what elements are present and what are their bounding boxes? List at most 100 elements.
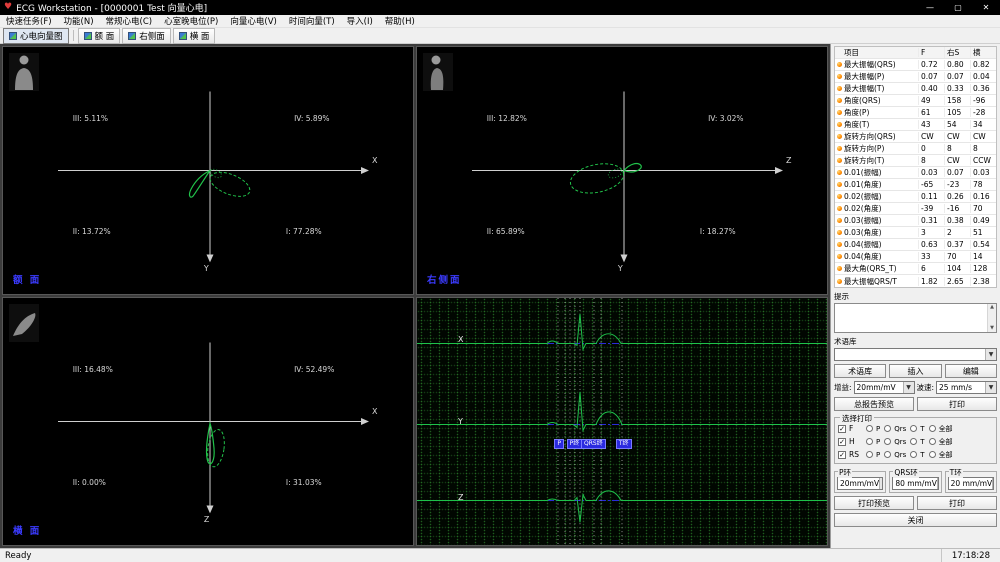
radio-p[interactable] — [866, 451, 873, 458]
frontal-x-axis-label: X — [372, 156, 377, 165]
gain-dropdown[interactable]: 20mm/mV ▼ — [854, 381, 915, 394]
chevron-down-icon[interactable]: ▼ — [985, 349, 996, 360]
right-sagittal-y-axis-label: Y — [618, 264, 623, 273]
item-bullet-icon — [837, 158, 842, 163]
menu-routine-ecg[interactable]: 常规心电(C) — [100, 15, 159, 27]
table-row: 最大振幅(T)0.400.330.36 — [835, 83, 996, 95]
print-button-2[interactable]: 打印 — [917, 496, 997, 510]
menu-import[interactable]: 导入(I) — [341, 15, 379, 27]
lead-y-label: Y — [458, 417, 463, 426]
radio-p[interactable] — [866, 438, 873, 445]
radio-qrs[interactable] — [884, 425, 891, 432]
measurement-table: 项目 F 右S 横 最大振幅(QRS)0.720.800.82 最大振幅(P)0… — [834, 46, 997, 288]
print-button[interactable]: 打印 — [917, 397, 997, 411]
radio-t[interactable] — [910, 425, 917, 432]
menu-time-vector[interactable]: 时间向量(T) — [283, 15, 341, 27]
item-bullet-icon — [837, 62, 842, 67]
tab-right-sagittal[interactable]: 右侧面 — [122, 28, 171, 44]
print-preview-button[interactable]: 打印预览 — [834, 496, 914, 510]
close-panel-button[interactable]: 关闭 — [834, 513, 997, 527]
frontal-quadrant-3: III: 5.11% — [73, 114, 108, 123]
marker-p-end[interactable]: P终 — [567, 439, 583, 449]
body-orientation-side-icon — [423, 53, 453, 91]
tab-vcg-label: 心电向量图 — [20, 30, 63, 42]
marker-p[interactable]: P — [554, 439, 564, 449]
terms-dropdown[interactable]: ▼ — [834, 348, 997, 361]
item-bullet-icon — [837, 110, 842, 115]
gain-label: 增益: — [834, 382, 852, 393]
chevron-down-icon[interactable]: ▼ — [985, 382, 996, 393]
maximize-button[interactable]: ▢ — [944, 0, 972, 15]
radio-all[interactable] — [929, 438, 936, 445]
frontal-plane-plot — [3, 47, 413, 294]
xyz-waveform-plot — [417, 298, 827, 545]
radio-all[interactable] — [929, 451, 936, 458]
radio-p[interactable] — [866, 425, 873, 432]
menu-function[interactable]: 功能(N) — [58, 15, 100, 27]
right-sagittal-quadrant-4: IV: 3.02% — [708, 114, 743, 123]
radio-t[interactable] — [910, 451, 917, 458]
radio-t[interactable] — [910, 438, 917, 445]
marker-qrs-end[interactable]: QRS终 — [581, 439, 606, 449]
terms-library-button[interactable]: 术语库 — [834, 364, 886, 378]
scroll-down-icon[interactable]: ▼ — [988, 325, 996, 332]
horizontal-quadrant-2: II: 0.00% — [73, 478, 106, 487]
menu-late-potential[interactable]: 心室晚电位(P) — [158, 15, 224, 27]
item-bullet-icon — [837, 218, 842, 223]
item-bullet-icon — [837, 122, 842, 127]
horizontal-plane-panel: III: 16.48% IV: 52.49% II: 0.00% I: 31.0… — [2, 297, 414, 546]
report-preview-button[interactable]: 总报告预览 — [834, 397, 914, 411]
col-f: F — [918, 48, 944, 57]
xyz-waveform-panel: X Y Z P P终 QRS终 T终 — [416, 297, 828, 546]
marker-t-end[interactable]: T终 — [616, 439, 632, 449]
col-h: 横 — [970, 47, 996, 58]
minimize-button[interactable]: — — [916, 0, 944, 15]
chevron-down-icon[interactable]: ▼ — [879, 478, 883, 489]
sidebar: 项目 F 右S 横 最大振幅(QRS)0.720.800.82 最大振幅(P)0… — [830, 44, 1000, 548]
edit-button[interactable]: 编辑 — [945, 364, 997, 378]
close-button[interactable]: ✕ — [972, 0, 1000, 15]
right-sagittal-plot — [417, 47, 827, 294]
hint-scrollbar[interactable]: ▲ ▼ — [987, 304, 996, 332]
menu-quick-task[interactable]: 快速任务(F) — [0, 15, 58, 27]
item-bullet-icon — [837, 134, 842, 139]
p-loop-gain-dropdown[interactable]: 20mm/mV ▼ — [837, 477, 883, 490]
hint-textarea[interactable]: ▲ ▼ — [834, 303, 997, 333]
scroll-up-icon[interactable]: ▲ — [988, 304, 996, 311]
checkbox-f[interactable]: ✓ — [838, 425, 846, 433]
tab-frontal[interactable]: 额 面 — [78, 28, 121, 44]
toolbar: 心电向量图 额 面 右侧面 横 面 — [0, 28, 1000, 44]
checkbox-rs[interactable]: ✓ — [838, 451, 846, 459]
qrs-loop-gain-dropdown[interactable]: 80 mm/mV ▼ — [892, 477, 938, 490]
vcg-panels: III: 5.11% IV: 5.89% II: 13.72% I: 77.28… — [0, 44, 830, 548]
radio-qrs[interactable] — [884, 438, 891, 445]
horizontal-tab-icon — [179, 32, 187, 40]
chevron-down-icon[interactable]: ▼ — [937, 478, 939, 489]
chevron-down-icon[interactable]: ▼ — [992, 478, 994, 489]
horizontal-plane-plot — [3, 298, 413, 545]
tab-vcg[interactable]: 心电向量图 — [3, 28, 69, 44]
radio-qrs[interactable] — [884, 451, 891, 458]
table-row: 0.04(振幅)0.630.370.54 — [835, 239, 996, 251]
t-loop-gain-dropdown[interactable]: 20 mm/mV ▼ — [948, 477, 994, 490]
speed-dropdown[interactable]: 25 mm/s ▼ — [936, 381, 997, 394]
table-row: 最大振幅QRS/T1.822.652.38 — [835, 275, 996, 287]
chevron-down-icon[interactable]: ▼ — [903, 382, 914, 393]
table-row: 角度(T)435434 — [835, 119, 996, 131]
menu-vector-ecg[interactable]: 向量心电(V) — [224, 15, 282, 27]
checkbox-h[interactable]: ✓ — [838, 438, 846, 446]
item-bullet-icon — [837, 206, 842, 211]
table-row: 0.01(角度)-65-2378 — [835, 179, 996, 191]
tab-horizontal[interactable]: 横 面 — [173, 28, 216, 44]
insert-button[interactable]: 插入 — [889, 364, 941, 378]
print-selection-group: 选择打印 ✓ F P Qrs T 全部 ✓ H P Qrs T 全部 — [834, 417, 997, 464]
body-orientation-front-icon — [9, 53, 39, 91]
toolbar-separator — [73, 30, 74, 41]
item-bullet-icon — [837, 98, 842, 103]
tab-right-sagittal-label: 右侧面 — [139, 30, 165, 42]
tab-frontal-label: 额 面 — [95, 30, 115, 42]
radio-all[interactable] — [929, 425, 936, 432]
table-row: 旋转方向(P)088 — [835, 143, 996, 155]
menu-help[interactable]: 帮助(H) — [379, 15, 421, 27]
status-text: Ready — [5, 551, 31, 561]
